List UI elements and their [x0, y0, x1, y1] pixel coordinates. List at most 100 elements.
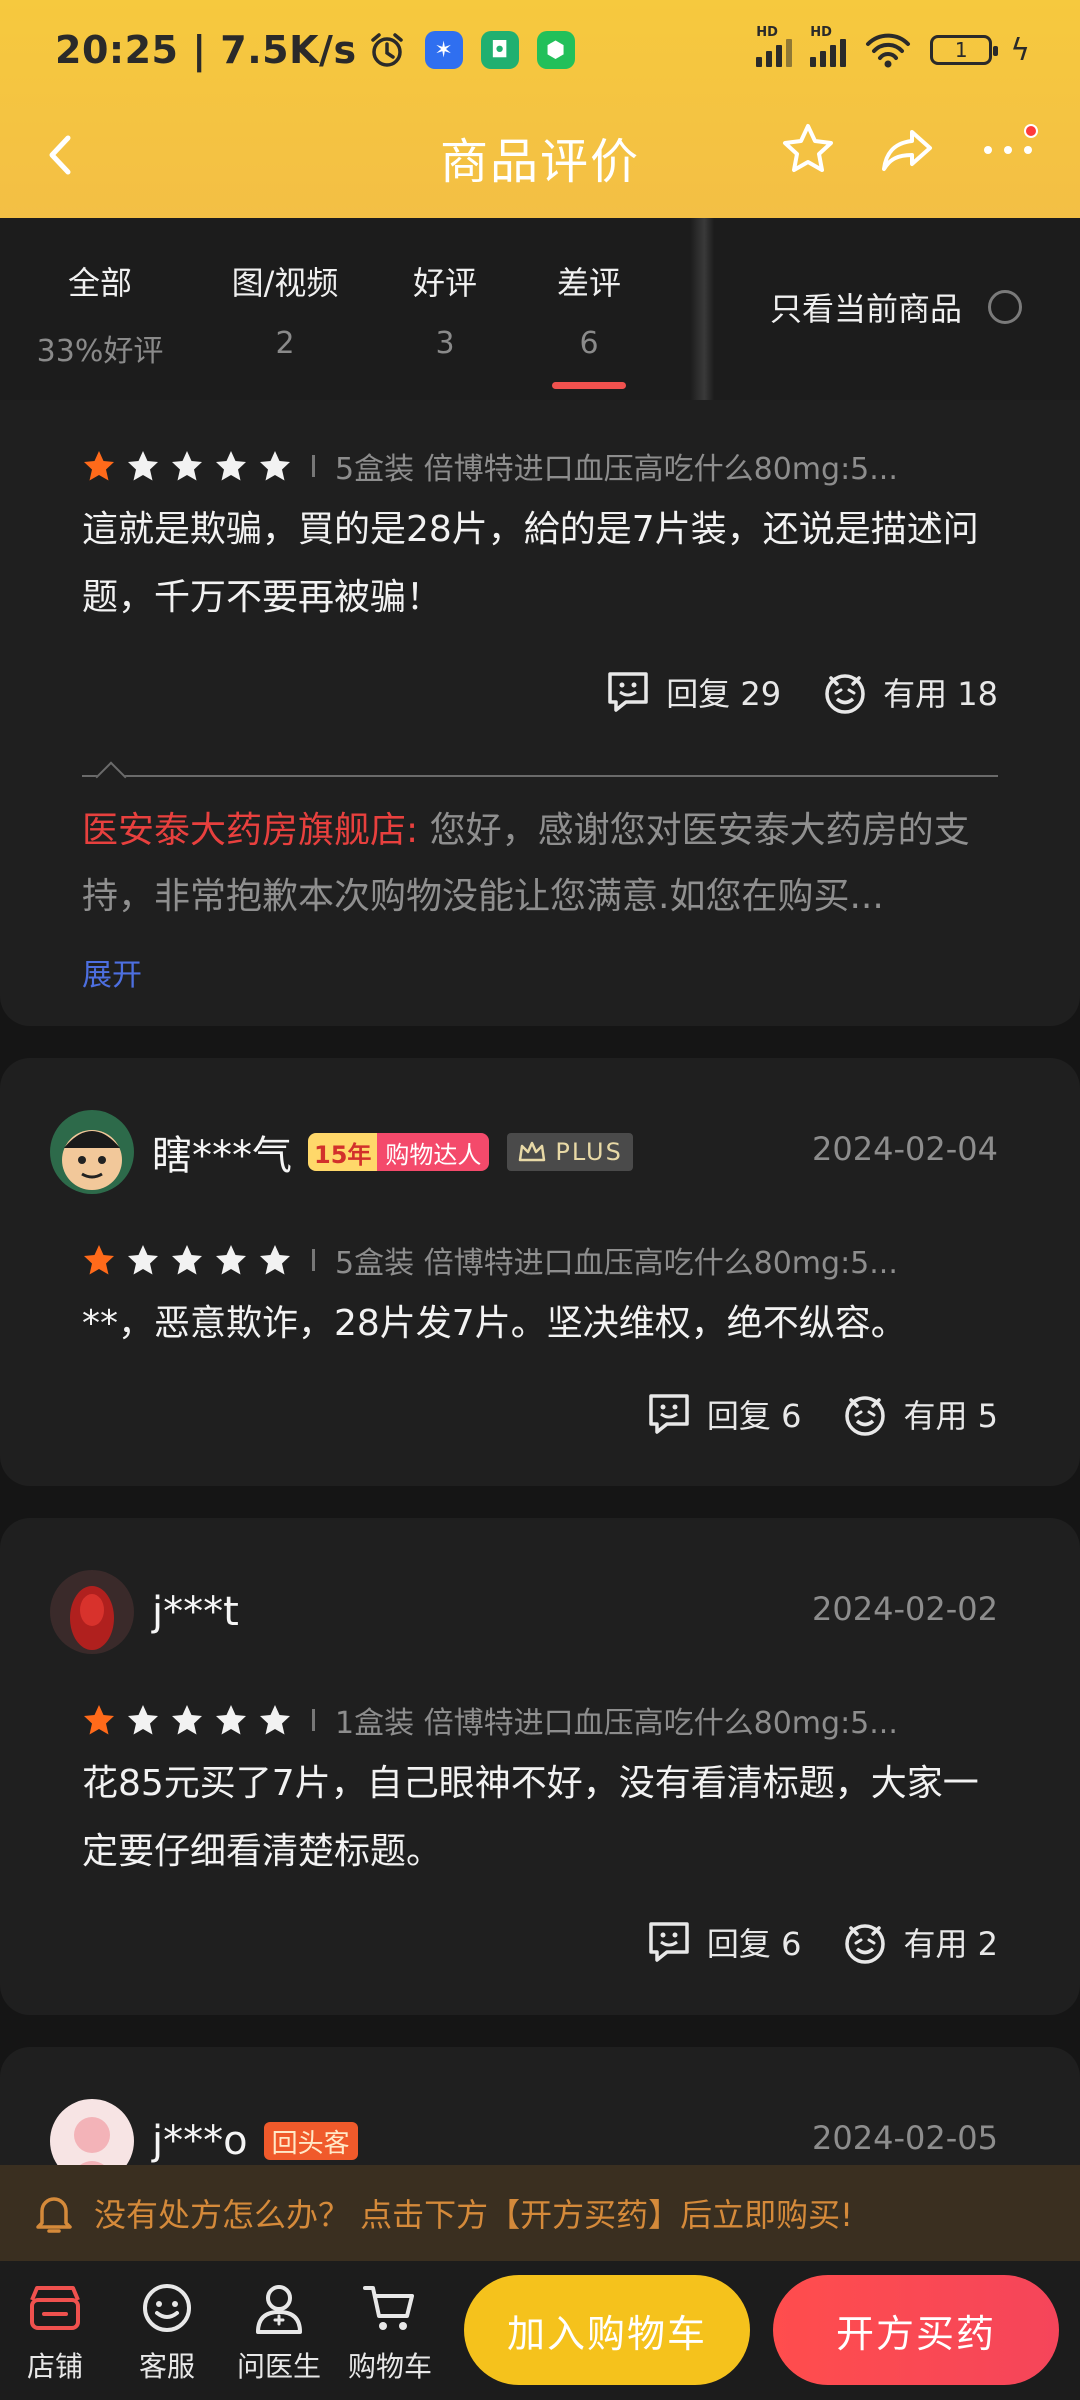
prescribe-and-buy-button[interactable]: 开方买药 — [773, 2275, 1059, 2385]
tab-all[interactable]: 全部 33%好评 — [30, 258, 170, 370]
useful-smile-icon — [845, 1396, 886, 1436]
useful-button[interactable]: 有用 2 — [841, 1918, 998, 1966]
bell-icon — [36, 2197, 72, 2233]
status-time: 20:25 | 7.5K/s — [55, 28, 357, 72]
tab-positive[interactable]: 好评 3 — [400, 258, 490, 361]
username: 瞎***气 — [152, 1133, 292, 1179]
useful-count: 有用 18 — [883, 675, 998, 713]
bottom-action-bar: 店铺 客服 问医生 购物车 加入购物车 开方买药 — [0, 2261, 1080, 2400]
battery-level: 1 — [954, 38, 968, 62]
product-spec: 5盒装 倍博特进口血压高吃什么80mg:5... — [335, 1246, 898, 1281]
shop-button[interactable]: 店铺 — [10, 2279, 100, 2385]
prescription-notice[interactable]: 没有处方怎么办？ 点击下方【开方买药】后立即购买! — [0, 2165, 1080, 2261]
reply-button[interactable]: 回复 6 — [645, 1390, 802, 1438]
top-header: 20:25 | 7.5K/s ✶ ◘ ⬢ HD HD 1 ϟ 商品评价 — [0, 0, 1080, 218]
comment-icon — [608, 672, 648, 712]
review-filter-tabs: 全部 33%好评 图/视频 2 好评 3 差评 6 只看当前商品 — [0, 218, 1080, 400]
ask-doctor-button[interactable]: 问医生 — [233, 2279, 325, 2385]
cart-button[interactable]: 购物车 — [345, 2279, 435, 2385]
tab-label: 图/视频 — [231, 264, 339, 302]
avatar[interactable] — [50, 1110, 134, 1194]
username: j***o — [152, 2118, 248, 2164]
app-notification-icon: ◘ — [480, 31, 519, 69]
useful-button[interactable]: 有用 18 — [821, 668, 998, 716]
shop-icon — [30, 2286, 80, 2330]
star-empty-icon — [216, 1705, 246, 1735]
ask-doctor-label: 问医生 — [236, 2350, 321, 2383]
customer-service-button[interactable]: 客服 — [122, 2279, 212, 2385]
star-empty-icon — [128, 1705, 158, 1735]
reply-divider — [82, 775, 998, 777]
add-to-cart-button[interactable]: 加入购物车 — [464, 2275, 750, 2385]
rating-stars — [82, 1703, 292, 1737]
charging-icon: ϟ — [1010, 32, 1030, 68]
star-filled-icon — [84, 1245, 114, 1275]
more-dots-icon — [984, 146, 1032, 154]
customer-service-icon — [143, 2284, 191, 2332]
star-empty-icon — [172, 451, 202, 481]
star-filled-icon — [84, 451, 114, 481]
active-tab-indicator — [552, 382, 626, 389]
star-empty-icon — [216, 451, 246, 481]
plus-label: PLUS — [555, 1138, 623, 1166]
tab-count: 3 — [435, 326, 455, 361]
tabs-divider — [690, 218, 714, 400]
more-button[interactable] — [976, 118, 1040, 182]
star-empty-icon — [172, 1245, 202, 1275]
username: j***t — [152, 1589, 239, 1635]
review-card: j***o 回头客 2024-02-05 — [0, 2047, 1080, 2165]
navigation-bar: 商品评价 — [0, 100, 1080, 218]
review-date: 2024-02-05 — [812, 2119, 998, 2157]
share-button[interactable] — [876, 118, 940, 182]
tab-label: 好评 — [412, 264, 477, 302]
reply-button[interactable]: 回复 29 — [604, 668, 781, 716]
signal-hd-icon: HD — [756, 25, 793, 67]
reply-button[interactable]: 回复 6 — [645, 1918, 801, 1966]
only-current-product-toggle[interactable]: 只看当前商品 — [770, 284, 1023, 330]
divider — [312, 455, 315, 477]
review-date: 2024-02-04 — [812, 1130, 998, 1168]
member-years-badge: 15年 购物达人 — [308, 1133, 490, 1171]
shop-label: 店铺 — [26, 2350, 83, 2383]
wifi-icon — [864, 32, 912, 68]
tab-negative[interactable]: 差评 6 — [544, 258, 634, 389]
battery-icon: 1 — [930, 35, 999, 65]
tab-image-video[interactable]: 图/视频 2 — [220, 258, 350, 361]
reply-count: 回复 6 — [706, 1397, 802, 1435]
useful-button[interactable]: 有用 5 — [841, 1390, 998, 1438]
avatar[interactable] — [50, 2099, 134, 2165]
expand-link[interactable]: 展开 — [82, 950, 142, 994]
notification-dot — [1024, 124, 1038, 138]
star-empty-icon — [128, 451, 158, 481]
status-bar: 20:25 | 7.5K/s ✶ ◘ ⬢ HD HD 1 ϟ — [0, 0, 1080, 100]
star-empty-icon — [260, 1245, 290, 1275]
avatar[interactable] — [50, 1570, 134, 1654]
star-outline-icon — [783, 124, 833, 172]
divider — [312, 1709, 315, 1731]
alarm-icon — [367, 30, 407, 70]
radio-button[interactable] — [988, 290, 1023, 324]
review-text: 花85元买了7片，自己眼神不好，没有看清标题，大家一定要仔细看清楚标题。 — [82, 1763, 979, 1872]
tab-count: 33%好评 — [36, 334, 164, 369]
favorite-button[interactable] — [776, 118, 840, 182]
customer-service-label: 客服 — [138, 2350, 195, 2383]
rating-stars — [82, 1243, 292, 1277]
useful-count: 有用 5 — [903, 1397, 998, 1435]
useful-smile-icon — [845, 1924, 886, 1964]
reply-count: 回复 29 — [666, 675, 782, 713]
review-date: 2024-02-02 — [812, 1590, 998, 1628]
badge-years: 15年 — [308, 1133, 378, 1171]
reviews-list: 5盒装 倍博特进口血压高吃什么80mg:5... 這就是欺骗，買的是28片，給的… — [0, 400, 1080, 2165]
returning-customer-badge: 回头客 — [263, 2122, 358, 2160]
comment-icon — [649, 1394, 689, 1434]
star-empty-icon — [216, 1245, 246, 1275]
notice-text: 没有处方怎么办？ 点击下方【开方买药】后立即购买! — [94, 2196, 854, 2234]
review-text: **，恶意欺诈，28片发7片。坚决维权，绝不纵容。 — [82, 1303, 907, 1344]
doctor-icon — [256, 2285, 302, 2334]
notification-app-icons: ✶ ◘ ⬢ — [424, 31, 575, 69]
rating-stars — [82, 449, 292, 483]
tab-count: 6 — [579, 326, 599, 361]
star-empty-icon — [260, 451, 290, 481]
review-text: 這就是欺骗，買的是28片，給的是7片装，还说是描述问题，千万不要再被骗！ — [82, 509, 979, 618]
useful-count: 有用 2 — [903, 1925, 998, 1963]
